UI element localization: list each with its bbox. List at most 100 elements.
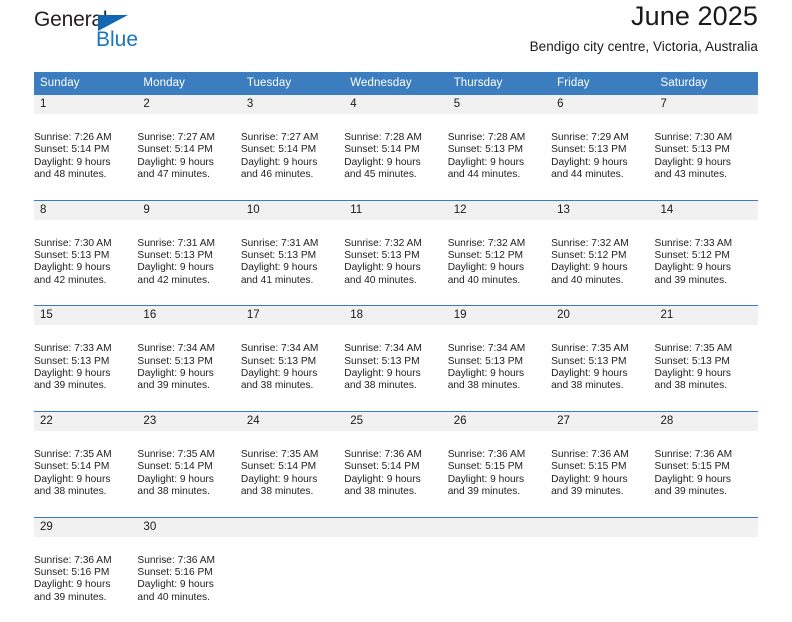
day-number: 7: [654, 95, 758, 114]
day-cell-empty: [551, 516, 655, 622]
day-cell[interactable]: 17 Sunrise: 7:34 AM Sunset: 5:13 PM Dayl…: [240, 305, 345, 412]
day-cell[interactable]: 10 Sunrise: 7:31 AM Sunset: 5:13 PM Dayl…: [240, 199, 345, 306]
day-number: 10: [240, 200, 345, 220]
sunset-text: Sunset: 5:13 PM: [344, 250, 420, 262]
day-number: 1: [34, 95, 138, 114]
day-number: [654, 517, 758, 537]
day-cell[interactable]: 19 Sunrise: 7:34 AM Sunset: 5:13 PM Dayl…: [447, 305, 552, 412]
sunrise-text: Sunrise: 7:35 AM: [240, 448, 319, 460]
day-number: 11: [344, 200, 448, 220]
sunrise-text: Sunrise: 7:34 AM: [240, 343, 319, 355]
weekday-header-wednesday: Wednesday: [344, 72, 448, 95]
day-cell[interactable]: 13 Sunrise: 7:32 AM Sunset: 5:12 PM Dayl…: [551, 199, 655, 306]
sunset-text: Sunset: 5:13 PM: [447, 355, 524, 367]
day-number: 14: [654, 200, 758, 220]
day-cell[interactable]: 23 Sunrise: 7:35 AM Sunset: 5:14 PM Dayl…: [137, 410, 241, 517]
sunset-text: Sunset: 5:13 PM: [344, 355, 420, 367]
daylight-text-line2: and 38 minutes.: [344, 380, 417, 392]
day-details: Sunrise: 7:36 AM Sunset: 5:15 PM Dayligh…: [551, 432, 654, 515]
day-cell[interactable]: 12 Sunrise: 7:32 AM Sunset: 5:12 PM Dayl…: [447, 199, 552, 306]
sunrise-text: Sunrise: 7:32 AM: [551, 237, 629, 249]
day-cell[interactable]: 2 Sunrise: 7:27 AM Sunset: 5:14 PM Dayli…: [137, 94, 241, 201]
day-cell[interactable]: 5 Sunrise: 7:28 AM Sunset: 5:13 PM Dayli…: [447, 94, 552, 201]
daylight-text-line2: and 39 minutes.: [447, 486, 521, 498]
day-cell[interactable]: 25 Sunrise: 7:36 AM Sunset: 5:14 PM Dayl…: [344, 410, 448, 517]
daylight-text-line1: Daylight: 9 hours: [34, 473, 111, 485]
day-cell[interactable]: 16 Sunrise: 7:34 AM Sunset: 5:13 PM Dayl…: [137, 305, 241, 412]
day-details: Sunrise: 7:28 AM Sunset: 5:13 PM Dayligh…: [448, 115, 551, 198]
sunset-text: Sunset: 5:13 PM: [137, 250, 213, 262]
sunrise-text: Sunrise: 7:28 AM: [344, 132, 422, 143]
day-cell[interactable]: 4 Sunrise: 7:28 AM Sunset: 5:14 PM Dayli…: [344, 94, 448, 201]
sunset-text: Sunset: 5:12 PM: [654, 250, 730, 262]
day-cell-empty: [447, 516, 552, 622]
sunset-text: Sunset: 5:14 PM: [137, 461, 213, 473]
day-number: 21: [654, 306, 758, 326]
day-cell-empty: [654, 516, 758, 622]
sunrise-text: Sunrise: 7:35 AM: [34, 448, 112, 460]
daylight-text-line1: Daylight: 9 hours: [447, 156, 525, 168]
sunrise-text: Sunrise: 7:31 AM: [240, 237, 319, 249]
day-cell[interactable]: 21 Sunrise: 7:35 AM Sunset: 5:13 PM Dayl…: [654, 305, 758, 412]
day-cell[interactable]: 15 Sunrise: 7:33 AM Sunset: 5:13 PM Dayl…: [34, 305, 138, 412]
day-cell[interactable]: 7 Sunrise: 7:30 AM Sunset: 5:13 PM Dayli…: [654, 94, 758, 201]
daylight-text-line1: Daylight: 9 hours: [34, 262, 111, 274]
day-number: 3: [240, 95, 345, 114]
sunset-text: Sunset: 5:16 PM: [137, 566, 213, 578]
day-number: 15: [34, 306, 138, 326]
daylight-text-line1: Daylight: 9 hours: [137, 262, 214, 274]
day-cell[interactable]: 11 Sunrise: 7:32 AM Sunset: 5:13 PM Dayl…: [344, 199, 448, 306]
day-number: [551, 517, 655, 537]
day-number: 19: [447, 306, 552, 326]
day-number: [447, 517, 552, 537]
day-cell[interactable]: 24 Sunrise: 7:35 AM Sunset: 5:14 PM Dayl…: [240, 410, 345, 517]
daylight-text-line2: and 38 minutes.: [137, 486, 210, 498]
general-blue-logo[interactable]: General Blue: [34, 8, 164, 56]
sunrise-text: Sunrise: 7:35 AM: [654, 343, 733, 355]
daylight-text-line1: Daylight: 9 hours: [551, 262, 628, 274]
sunrise-text: Sunrise: 7:30 AM: [34, 237, 112, 249]
daylight-text-line1: Daylight: 9 hours: [137, 473, 214, 485]
sunrise-text: Sunrise: 7:28 AM: [447, 132, 526, 143]
sunrise-text: Sunrise: 7:31 AM: [137, 237, 216, 249]
day-cell[interactable]: 6 Sunrise: 7:29 AM Sunset: 5:13 PM Dayli…: [551, 94, 655, 201]
sunrise-text: Sunrise: 7:32 AM: [344, 237, 422, 249]
day-cell[interactable]: 8 Sunrise: 7:30 AM Sunset: 5:13 PM Dayli…: [34, 199, 138, 306]
daylight-text-line1: Daylight: 9 hours: [344, 156, 421, 168]
day-cell[interactable]: 26 Sunrise: 7:36 AM Sunset: 5:15 PM Dayl…: [447, 410, 552, 517]
calendar-week-row: 22 Sunrise: 7:35 AM Sunset: 5:14 PM Dayl…: [34, 410, 758, 517]
sunrise-text: Sunrise: 7:34 AM: [344, 343, 422, 355]
day-cell[interactable]: 28 Sunrise: 7:36 AM Sunset: 5:15 PM Dayl…: [654, 410, 758, 517]
daylight-text-line1: Daylight: 9 hours: [654, 368, 731, 380]
calendar-week-row: 15 Sunrise: 7:33 AM Sunset: 5:13 PM Dayl…: [34, 305, 758, 412]
sunrise-text: Sunrise: 7:27 AM: [240, 132, 319, 143]
day-cell[interactable]: 14 Sunrise: 7:33 AM Sunset: 5:12 PM Dayl…: [654, 199, 758, 306]
day-details: Sunrise: 7:36 AM Sunset: 5:15 PM Dayligh…: [448, 432, 551, 515]
day-cell[interactable]: 29 Sunrise: 7:36 AM Sunset: 5:16 PM Dayl…: [34, 516, 138, 622]
day-cell[interactable]: 3 Sunrise: 7:27 AM Sunset: 5:14 PM Dayli…: [240, 94, 345, 201]
sunrise-text: Sunrise: 7:33 AM: [654, 237, 733, 249]
day-number: 22: [34, 411, 138, 431]
sunset-text: Sunset: 5:15 PM: [551, 461, 627, 473]
day-cell[interactable]: 30 Sunrise: 7:36 AM Sunset: 5:16 PM Dayl…: [137, 516, 241, 622]
day-cell[interactable]: 22 Sunrise: 7:35 AM Sunset: 5:14 PM Dayl…: [34, 410, 138, 517]
daylight-text-line2: and 45 minutes.: [344, 169, 417, 181]
daylight-text-line1: Daylight: 9 hours: [344, 368, 421, 380]
sunset-text: Sunset: 5:14 PM: [240, 144, 317, 156]
day-number: 12: [447, 200, 552, 220]
day-number: 13: [551, 200, 655, 220]
daylight-text-line2: and 42 minutes.: [34, 274, 107, 286]
daylight-text-line1: Daylight: 9 hours: [240, 368, 318, 380]
day-cell[interactable]: 20 Sunrise: 7:35 AM Sunset: 5:13 PM Dayl…: [551, 305, 655, 412]
daylight-text-line1: Daylight: 9 hours: [447, 473, 525, 485]
daylight-text-line2: and 38 minutes.: [34, 486, 107, 498]
sunrise-text: Sunrise: 7:34 AM: [137, 343, 216, 355]
daylight-text-line2: and 40 minutes.: [137, 591, 210, 603]
day-cell[interactable]: 9 Sunrise: 7:31 AM Sunset: 5:13 PM Dayli…: [137, 199, 241, 306]
day-details: Sunrise: 7:31 AM Sunset: 5:13 PM Dayligh…: [137, 221, 240, 304]
day-details: Sunrise: 7:36 AM Sunset: 5:14 PM Dayligh…: [344, 432, 447, 515]
day-cell[interactable]: 1 Sunrise: 7:26 AM Sunset: 5:14 PM Dayli…: [34, 94, 138, 201]
day-cell[interactable]: 27 Sunrise: 7:36 AM Sunset: 5:15 PM Dayl…: [551, 410, 655, 517]
day-details: Sunrise: 7:35 AM Sunset: 5:14 PM Dayligh…: [34, 432, 137, 515]
day-cell[interactable]: 18 Sunrise: 7:34 AM Sunset: 5:13 PM Dayl…: [344, 305, 448, 412]
